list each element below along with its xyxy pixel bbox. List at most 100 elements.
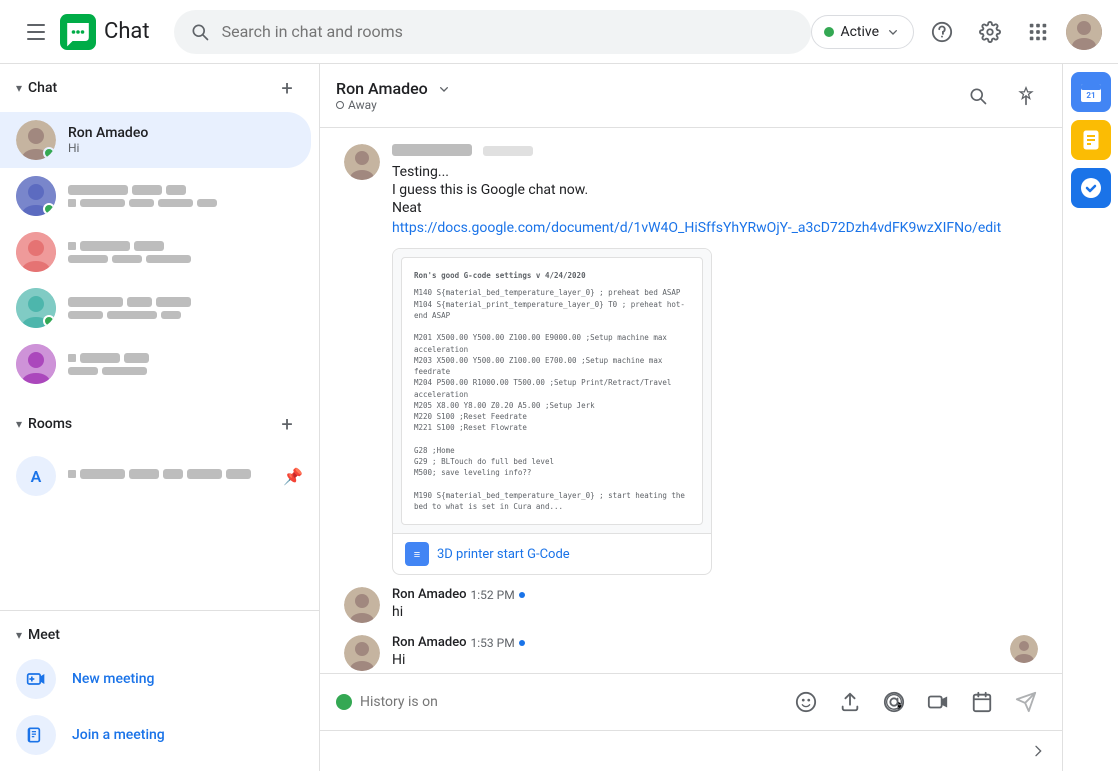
avatar-ron (16, 120, 56, 160)
avatar-3 (16, 232, 56, 272)
chat-section: ▾ Chat + Ron Amadeo Hi (0, 64, 319, 392)
sender-name-ron-1: Ron Amadeo (392, 587, 467, 602)
contact-preview-ron: Hi (68, 141, 295, 155)
top-header: Chat Active (0, 0, 1118, 64)
sender-name-ron-2: Ron Amadeo (392, 635, 467, 650)
emoji-button[interactable] (786, 682, 826, 722)
chat-header: Ron Amadeo Away (320, 64, 1062, 128)
message-avatar-ron-1 (344, 587, 380, 623)
message-time-ron-1: 1:52 PM (471, 588, 515, 602)
app-title: Chat (104, 19, 150, 44)
sidebar: ▾ Chat + Ron Amadeo Hi (0, 64, 320, 771)
video-button[interactable] (918, 682, 958, 722)
meet-section-title: Meet (28, 627, 60, 643)
chat-item-5[interactable] (0, 336, 319, 392)
pin-button[interactable] (1006, 76, 1046, 116)
join-meeting-item[interactable]: Join a meeting (0, 707, 319, 763)
room-info-1 (68, 469, 271, 483)
message-avatar-initial (344, 144, 380, 180)
message-group-ron-2: Ron Amadeo 1:53 PM Hi (344, 635, 1038, 671)
chat-info-5 (68, 353, 303, 375)
user-avatar-button[interactable] (1066, 14, 1102, 50)
active-status-dot (824, 27, 834, 37)
expand-button[interactable] (1022, 735, 1054, 767)
right-app-calendar[interactable]: 21 (1071, 72, 1111, 112)
messages-area: Testing... I guess this is Google chat n… (320, 128, 1062, 673)
settings-button[interactable] (970, 12, 1010, 52)
mention-button[interactable] (874, 682, 914, 722)
contact-name-chevron (436, 81, 452, 97)
join-meeting-icon (16, 715, 56, 755)
right-app-keep[interactable] (1071, 120, 1111, 160)
chevron-down-icon (885, 24, 901, 40)
file-attachment[interactable]: Ron's good G-code settings v 4/24/2020 M… (392, 248, 712, 575)
avatar-4 (16, 288, 56, 328)
active-label: Active (840, 24, 879, 40)
msg-google-chat: I guess this is Google chat now. (392, 182, 1038, 198)
message-header-ron-2: Ron Amadeo 1:53 PM (392, 635, 525, 650)
chat-section-title: ▾ Chat (16, 80, 57, 96)
right-app-tasks[interactable] (1071, 168, 1111, 208)
chat-item-3[interactable] (0, 224, 319, 280)
message-content-ron-1: Ron Amadeo 1:52 PM hi (392, 587, 1038, 623)
message-content-initial: Testing... I guess this is Google chat n… (392, 144, 1038, 575)
search-input[interactable] (222, 22, 796, 41)
msg-neat: Neat (392, 200, 1038, 216)
header-actions: Active (811, 12, 1102, 52)
main-layout: ▾ Chat + Ron Amadeo Hi (0, 64, 1118, 771)
rooms-section-title: ▾ Rooms (16, 416, 72, 432)
search-bar[interactable] (174, 10, 812, 54)
chat-area: Ron Amadeo Away (320, 64, 1062, 771)
file-name-label: 3D printer start G-Code (437, 547, 570, 562)
bottom-bar (320, 730, 1062, 771)
chat-info-3 (68, 241, 303, 263)
send-button[interactable] (1006, 682, 1046, 722)
file-doc-icon: ≡ (405, 542, 429, 566)
hamburger-button[interactable] (16, 12, 56, 52)
active-status-button[interactable]: Active (811, 15, 914, 49)
chat-section-header[interactable]: ▾ Chat + (0, 64, 319, 112)
chat-item-4[interactable] (0, 280, 319, 336)
chat-item-2[interactable] (0, 168, 319, 224)
input-area (320, 673, 1062, 730)
chat-contact-name[interactable]: Ron Amadeo (336, 79, 958, 98)
avatar-5 (16, 344, 56, 384)
rooms-section-header[interactable]: ▾ Rooms + (0, 400, 319, 448)
app-logo (60, 14, 96, 50)
message-dot-ron-2 (519, 640, 525, 646)
contact-name-ron: Ron Amadeo (68, 125, 295, 141)
room-pin-icon: 📌 (283, 467, 303, 486)
history-indicator (336, 694, 352, 710)
meet-chevron-icon: ▾ (16, 628, 22, 642)
right-sidebar: 21 (1062, 64, 1118, 771)
apps-button[interactable] (1018, 12, 1058, 52)
msg-link[interactable]: https://docs.google.com/document/d/1vW4O… (392, 220, 1001, 236)
calendar-button[interactable] (962, 682, 1002, 722)
rooms-chevron-icon: ▾ (16, 417, 22, 431)
message-content-ron-2: Ron Amadeo 1:53 PM Hi (392, 635, 1038, 671)
meet-section-header[interactable]: ▾ Meet (0, 619, 319, 651)
meet-section: ▾ Meet New meeting Join a meeting (0, 610, 319, 771)
chat-contact-status: Away (336, 98, 958, 112)
add-chat-button[interactable]: + (271, 72, 303, 104)
avatar-2 (16, 176, 56, 216)
chat-header-actions (958, 76, 1046, 116)
message-time-ron-2: 1:53 PM (471, 636, 515, 650)
message-group-ron-1: Ron Amadeo 1:52 PM hi (344, 587, 1038, 623)
msg-testing: Testing... (392, 164, 1038, 180)
search-chat-button[interactable] (958, 76, 998, 116)
help-button[interactable] (922, 12, 962, 52)
search-icon (190, 22, 210, 42)
new-meeting-item[interactable]: New meeting (0, 651, 319, 707)
message-input[interactable] (360, 694, 778, 710)
room-item-1[interactable]: A 📌 (0, 448, 319, 504)
chat-item-ron[interactable]: Ron Amadeo Hi (0, 112, 311, 168)
new-meeting-label: New meeting (72, 671, 154, 687)
svg-text:21: 21 (1086, 91, 1095, 100)
input-icons (786, 682, 1046, 722)
chat-chevron-icon: ▾ (16, 81, 22, 95)
room-avatar-1: A (16, 456, 56, 496)
message-dot-ron-1 (519, 592, 525, 598)
add-room-button[interactable]: + (271, 408, 303, 440)
upload-button[interactable] (830, 682, 870, 722)
